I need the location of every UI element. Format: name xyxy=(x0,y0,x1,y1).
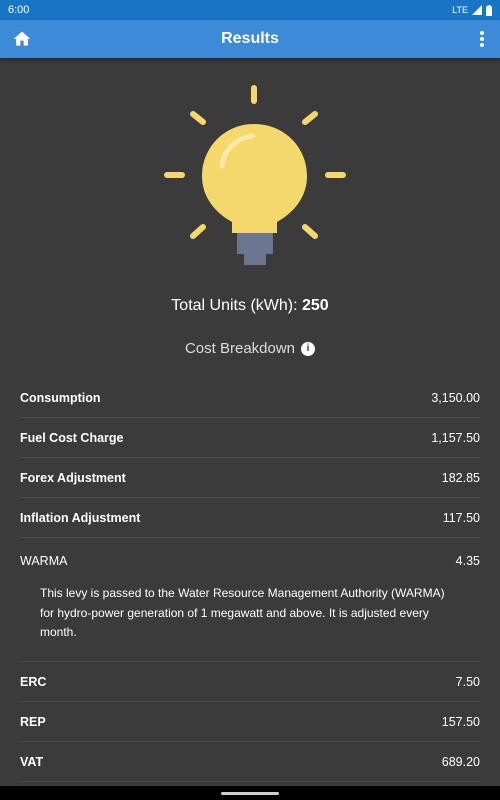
item-value: 157.50 xyxy=(441,714,480,729)
item-label: Fuel Cost Charge xyxy=(20,430,124,445)
info-icon[interactable]: i xyxy=(301,341,316,356)
status-time: 6:00 xyxy=(8,4,30,16)
status-indicators: LTE xyxy=(452,4,492,16)
list-item: REP 157.50 xyxy=(20,702,480,742)
item-value: 182.85 xyxy=(441,470,480,485)
list-item: Inflation Adjustment 117.50 xyxy=(20,498,480,538)
results-screen: 6:00 LTE Results Total Units (kWh): 250 … xyxy=(0,0,500,800)
breakdown-list: Consumption 3,150.00 Fuel Cost Charge 1,… xyxy=(20,378,480,782)
item-label: REP xyxy=(20,714,46,729)
item-value: 689.20 xyxy=(441,754,480,769)
network-label: LTE xyxy=(452,5,468,15)
home-icon[interactable] xyxy=(12,29,32,49)
cost-breakdown-header: Cost Breakdown i xyxy=(0,340,500,357)
signal-icon xyxy=(472,5,482,15)
item-label: WARMA xyxy=(20,554,68,568)
status-bar: 6:00 LTE xyxy=(0,0,500,20)
item-label: Forex Adjustment xyxy=(20,470,126,485)
total-units-value: 250 xyxy=(302,297,329,314)
page-title: Results xyxy=(221,30,279,47)
total-units-label: Total Units (kWh): xyxy=(171,297,298,314)
list-item: VAT 689.20 xyxy=(20,742,480,782)
item-label: Inflation Adjustment xyxy=(20,510,141,525)
total-units: Total Units (kWh): 250 xyxy=(0,297,500,315)
list-item: Consumption 3,150.00 xyxy=(20,378,480,418)
home-gesture-handle[interactable] xyxy=(221,792,279,795)
item-description: This levy is passed to the Water Resourc… xyxy=(20,584,480,662)
list-item-expanded[interactable]: WARMA 4.35 xyxy=(20,538,480,584)
list-item: Forex Adjustment 182.85 xyxy=(20,458,480,498)
item-label: Consumption xyxy=(20,390,101,405)
light-bulb-icon xyxy=(164,85,346,265)
navigation-bar xyxy=(0,786,500,800)
battery-icon xyxy=(486,4,492,16)
list-item: Fuel Cost Charge 1,157.50 xyxy=(20,418,480,458)
app-bar: Results xyxy=(0,20,500,58)
item-label: ERC xyxy=(20,674,47,689)
more-vert-icon[interactable] xyxy=(478,29,486,49)
item-value: 117.50 xyxy=(442,510,480,525)
item-value: 3,150.00 xyxy=(431,390,480,405)
cost-breakdown-title: Cost Breakdown xyxy=(184,340,296,357)
item-label: VAT xyxy=(20,754,44,769)
list-item: ERC 7.50 xyxy=(20,662,480,702)
item-value: 7.50 xyxy=(455,674,480,689)
item-value: 1,157.50 xyxy=(431,430,480,445)
item-value: 4.35 xyxy=(455,554,480,568)
